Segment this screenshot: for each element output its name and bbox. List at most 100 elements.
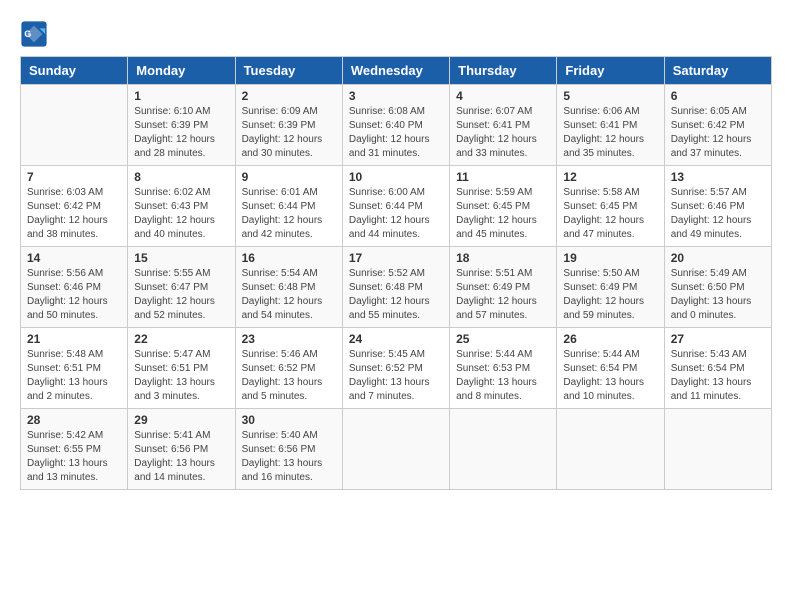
day-number: 30 [242, 413, 336, 427]
calendar-cell: 27Sunrise: 5:43 AM Sunset: 6:54 PM Dayli… [664, 328, 771, 409]
day-detail: Sunrise: 5:55 AM Sunset: 6:47 PM Dayligh… [134, 267, 228, 323]
day-number: 26 [563, 332, 657, 346]
day-detail: Sunrise: 5:51 AM Sunset: 6:49 PM Dayligh… [456, 267, 550, 323]
day-number: 15 [134, 251, 228, 265]
day-number: 28 [27, 413, 121, 427]
calendar-cell: 7 Sunrise: 6:03 AM Sunset: 6:42 PM Daylig… [21, 166, 128, 247]
calendar-cell: 22 Sunrise: 5:47 AM Sunset: 6:51 PM Dayli… [128, 328, 235, 409]
logo: G [20, 20, 52, 48]
calendar-cell: 15 Sunrise: 5:55 AM Sunset: 6:47 PM Dayli… [128, 247, 235, 328]
day-detail: Sunrise: 6:03 AM Sunset: 6:42 PM Dayligh… [27, 186, 121, 242]
day-number: 7 [27, 170, 121, 184]
calendar-cell [450, 409, 557, 490]
day-detail: Sunrise: 5:59 AM Sunset: 6:45 PM Dayligh… [456, 186, 550, 242]
day-detail: Sunrise: 6:08 AM Sunset: 6:40 PM Dayligh… [349, 105, 443, 161]
day-detail: Sunrise: 5:52 AM Sunset: 6:48 PM Dayligh… [349, 267, 443, 323]
calendar-cell [557, 409, 664, 490]
calendar-cell: 4 Sunrise: 6:07 AM Sunset: 6:41 PM Daylig… [450, 85, 557, 166]
week-row-1: 1Sunrise: 6:10 AM Sunset: 6:39 PM Daylig… [21, 85, 772, 166]
day-number: 24 [349, 332, 443, 346]
day-detail: Sunrise: 6:01 AM Sunset: 6:44 PM Dayligh… [242, 186, 336, 242]
day-number: 13 [671, 170, 765, 184]
page-header: G [20, 20, 772, 48]
calendar-cell [21, 85, 128, 166]
calendar-cell: 24 Sunrise: 5:45 AM Sunset: 6:52 PM Dayli… [342, 328, 449, 409]
calendar-cell: 6 Sunrise: 6:05 AM Sunset: 6:42 PM Daylig… [664, 85, 771, 166]
day-number: 21 [27, 332, 121, 346]
calendar-cell: 28 Sunrise: 5:42 AM Sunset: 6:55 PM Dayli… [21, 409, 128, 490]
calendar-cell: 8 Sunrise: 6:02 AM Sunset: 6:43 PM Daylig… [128, 166, 235, 247]
day-number: 11 [456, 170, 550, 184]
day-number: 6 [671, 89, 765, 103]
calendar-cell: 2 Sunrise: 6:09 AM Sunset: 6:39 PM Daylig… [235, 85, 342, 166]
calendar-cell: 23 Sunrise: 5:46 AM Sunset: 6:52 PM Dayli… [235, 328, 342, 409]
day-number: 16 [242, 251, 336, 265]
day-detail: Sunrise: 5:56 AM Sunset: 6:46 PM Dayligh… [27, 267, 121, 323]
calendar-cell: 10 Sunrise: 6:00 AM Sunset: 6:44 PM Dayli… [342, 166, 449, 247]
calendar-cell: 19Sunrise: 5:50 AM Sunset: 6:49 PM Dayli… [557, 247, 664, 328]
calendar-cell: 9Sunrise: 6:01 AM Sunset: 6:44 PM Daylig… [235, 166, 342, 247]
day-detail: Sunrise: 5:47 AM Sunset: 6:51 PM Dayligh… [134, 348, 228, 404]
calendar-cell: 25 Sunrise: 5:44 AM Sunset: 6:53 PM Dayli… [450, 328, 557, 409]
day-number: 17 [349, 251, 443, 265]
calendar-cell: 26 Sunrise: 5:44 AM Sunset: 6:54 PM Dayli… [557, 328, 664, 409]
calendar-cell: 1Sunrise: 6:10 AM Sunset: 6:39 PM Daylig… [128, 85, 235, 166]
calendar-cell: 14Sunrise: 5:56 AM Sunset: 6:46 PM Dayli… [21, 247, 128, 328]
logo-icon: G [20, 20, 48, 48]
day-detail: Sunrise: 5:54 AM Sunset: 6:48 PM Dayligh… [242, 267, 336, 323]
day-detail: Sunrise: 5:45 AM Sunset: 6:52 PM Dayligh… [349, 348, 443, 404]
header-tuesday: Tuesday [235, 57, 342, 85]
day-detail: Sunrise: 5:40 AM Sunset: 6:56 PM Dayligh… [242, 429, 336, 485]
week-row-4: 21 Sunrise: 5:48 AM Sunset: 6:51 PM Dayli… [21, 328, 772, 409]
day-detail: Sunrise: 6:05 AM Sunset: 6:42 PM Dayligh… [671, 105, 765, 161]
day-number: 20 [671, 251, 765, 265]
calendar-cell: 17 Sunrise: 5:52 AM Sunset: 6:48 PM Dayli… [342, 247, 449, 328]
day-detail: Sunrise: 5:48 AM Sunset: 6:51 PM Dayligh… [27, 348, 121, 404]
day-number: 2 [242, 89, 336, 103]
day-detail: Sunrise: 6:00 AM Sunset: 6:44 PM Dayligh… [349, 186, 443, 242]
calendar-cell: 30 Sunrise: 5:40 AM Sunset: 6:56 PM Dayli… [235, 409, 342, 490]
day-detail: Sunrise: 6:02 AM Sunset: 6:43 PM Dayligh… [134, 186, 228, 242]
day-number: 10 [349, 170, 443, 184]
day-detail: Sunrise: 6:06 AM Sunset: 6:41 PM Dayligh… [563, 105, 657, 161]
day-number: 27 [671, 332, 765, 346]
header-monday: Monday [128, 57, 235, 85]
calendar-cell: 21 Sunrise: 5:48 AM Sunset: 6:51 PM Dayli… [21, 328, 128, 409]
calendar-cell: 5Sunrise: 6:06 AM Sunset: 6:41 PM Daylig… [557, 85, 664, 166]
day-detail: Sunrise: 5:44 AM Sunset: 6:53 PM Dayligh… [456, 348, 550, 404]
day-detail: Sunrise: 5:50 AM Sunset: 6:49 PM Dayligh… [563, 267, 657, 323]
day-detail: Sunrise: 6:10 AM Sunset: 6:39 PM Dayligh… [134, 105, 228, 161]
calendar-cell: 3Sunrise: 6:08 AM Sunset: 6:40 PM Daylig… [342, 85, 449, 166]
day-number: 12 [563, 170, 657, 184]
header-saturday: Saturday [664, 57, 771, 85]
day-detail: Sunrise: 5:46 AM Sunset: 6:52 PM Dayligh… [242, 348, 336, 404]
day-detail: Sunrise: 5:58 AM Sunset: 6:45 PM Dayligh… [563, 186, 657, 242]
day-number: 23 [242, 332, 336, 346]
day-detail: Sunrise: 6:09 AM Sunset: 6:39 PM Dayligh… [242, 105, 336, 161]
calendar-cell: 12 Sunrise: 5:58 AM Sunset: 6:45 PM Dayli… [557, 166, 664, 247]
calendar-cell: 16 Sunrise: 5:54 AM Sunset: 6:48 PM Dayli… [235, 247, 342, 328]
calendar-cell: 20 Sunrise: 5:49 AM Sunset: 6:50 PM Dayli… [664, 247, 771, 328]
header-friday: Friday [557, 57, 664, 85]
calendar-cell: 13 Sunrise: 5:57 AM Sunset: 6:46 PM Dayli… [664, 166, 771, 247]
day-detail: Sunrise: 5:42 AM Sunset: 6:55 PM Dayligh… [27, 429, 121, 485]
day-detail: Sunrise: 5:44 AM Sunset: 6:54 PM Dayligh… [563, 348, 657, 404]
calendar-cell: 11 Sunrise: 5:59 AM Sunset: 6:45 PM Dayli… [450, 166, 557, 247]
calendar-cell: 29Sunrise: 5:41 AM Sunset: 6:56 PM Dayli… [128, 409, 235, 490]
day-number: 8 [134, 170, 228, 184]
calendar-cell [664, 409, 771, 490]
calendar-cell [342, 409, 449, 490]
calendar-cell: 18Sunrise: 5:51 AM Sunset: 6:49 PM Dayli… [450, 247, 557, 328]
day-detail: Sunrise: 6:07 AM Sunset: 6:41 PM Dayligh… [456, 105, 550, 161]
day-detail: Sunrise: 5:57 AM Sunset: 6:46 PM Dayligh… [671, 186, 765, 242]
day-number: 4 [456, 89, 550, 103]
week-row-2: 7 Sunrise: 6:03 AM Sunset: 6:42 PM Daylig… [21, 166, 772, 247]
calendar-header-row: SundayMondayTuesdayWednesdayThursdayFrid… [21, 57, 772, 85]
day-number: 25 [456, 332, 550, 346]
day-number: 22 [134, 332, 228, 346]
day-detail: Sunrise: 5:49 AM Sunset: 6:50 PM Dayligh… [671, 267, 765, 323]
day-number: 29 [134, 413, 228, 427]
svg-text:G: G [24, 29, 31, 39]
week-row-3: 14Sunrise: 5:56 AM Sunset: 6:46 PM Dayli… [21, 247, 772, 328]
calendar-table: SundayMondayTuesdayWednesdayThursdayFrid… [20, 56, 772, 490]
